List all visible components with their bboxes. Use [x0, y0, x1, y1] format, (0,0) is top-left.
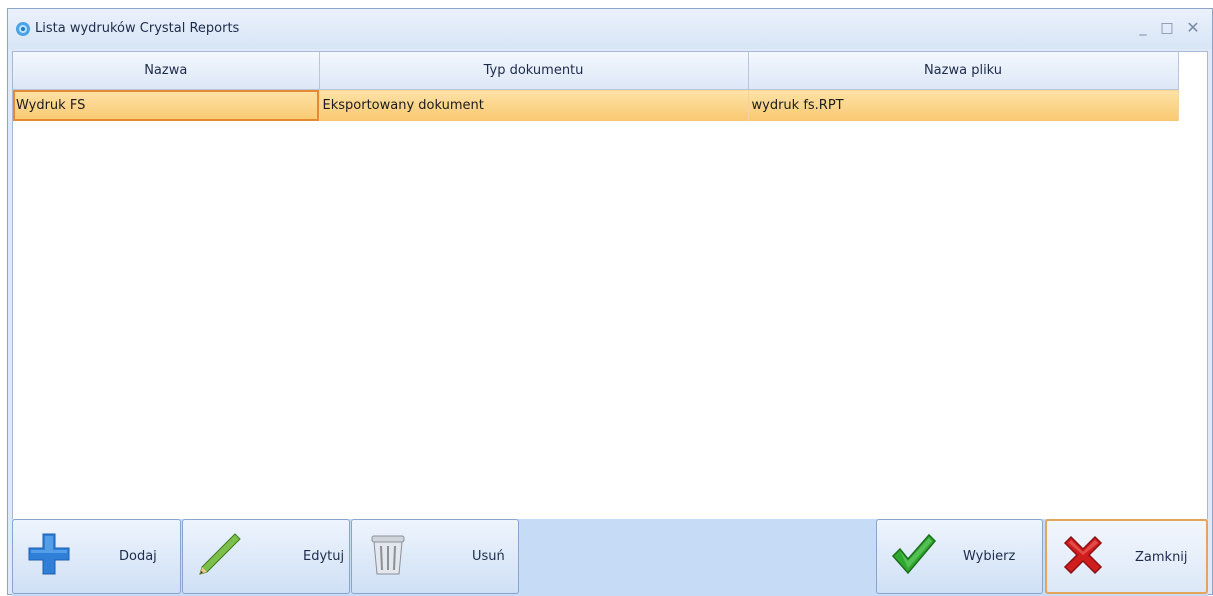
cell-nazwa-pliku[interactable]: wydruk fs.RPT	[748, 89, 1179, 121]
add-button[interactable]: Dodaj	[12, 519, 181, 594]
title-bar[interactable]: Lista wydruków Crystal Reports _ □ ✕	[8, 9, 1212, 49]
close-window-button[interactable]: ✕	[1182, 17, 1204, 39]
add-button-label: Dodaj	[119, 549, 157, 564]
column-header-nazwa-pliku[interactable]: Nazwa pliku	[748, 52, 1179, 90]
crystal-reports-window: Lista wydruków Crystal Reports _ □ ✕ Naz…	[7, 8, 1213, 596]
delete-button-label: Usuń	[472, 549, 505, 564]
minimize-button[interactable]: _	[1132, 17, 1154, 39]
reports-table: Nazwa Typ dokumentu Nazwa pliku Wydruk F…	[13, 52, 1179, 121]
cell-nazwa[interactable]: Wydruk FS	[13, 89, 320, 121]
grid-header-row: Nazwa Typ dokumentu Nazwa pliku	[13, 52, 1179, 90]
table-row[interactable]: Wydruk FS Eksportowany dokument wydruk f…	[13, 89, 1179, 121]
button-bar: Dodaj Edytuj Usuń Wybierz Zamknij	[12, 519, 1208, 596]
maximize-button[interactable]: □	[1156, 17, 1178, 39]
column-header-typ-dokumentu[interactable]: Typ dokumentu	[319, 52, 749, 90]
edit-button[interactable]: Edytuj	[182, 519, 350, 594]
delete-button[interactable]: Usuń	[351, 519, 519, 594]
plus-icon	[28, 533, 70, 575]
check-icon	[891, 533, 937, 575]
close-button-label: Zamknij	[1135, 550, 1188, 565]
edit-button-label: Edytuj	[303, 549, 345, 564]
crystal-reports-icon	[16, 22, 30, 36]
x-icon	[1063, 535, 1103, 575]
pencil-icon	[199, 533, 241, 575]
cell-typ-dokumentu[interactable]: Eksportowany dokument	[319, 89, 749, 121]
reports-grid[interactable]: Nazwa Typ dokumentu Nazwa pliku Wydruk F…	[12, 51, 1208, 520]
select-button-label: Wybierz	[963, 549, 1016, 564]
close-button[interactable]: Zamknij	[1045, 519, 1208, 594]
trash-icon	[371, 535, 405, 575]
select-button[interactable]: Wybierz	[876, 519, 1043, 594]
window-title: Lista wydruków Crystal Reports	[35, 21, 240, 36]
column-header-nazwa[interactable]: Nazwa	[13, 52, 320, 90]
